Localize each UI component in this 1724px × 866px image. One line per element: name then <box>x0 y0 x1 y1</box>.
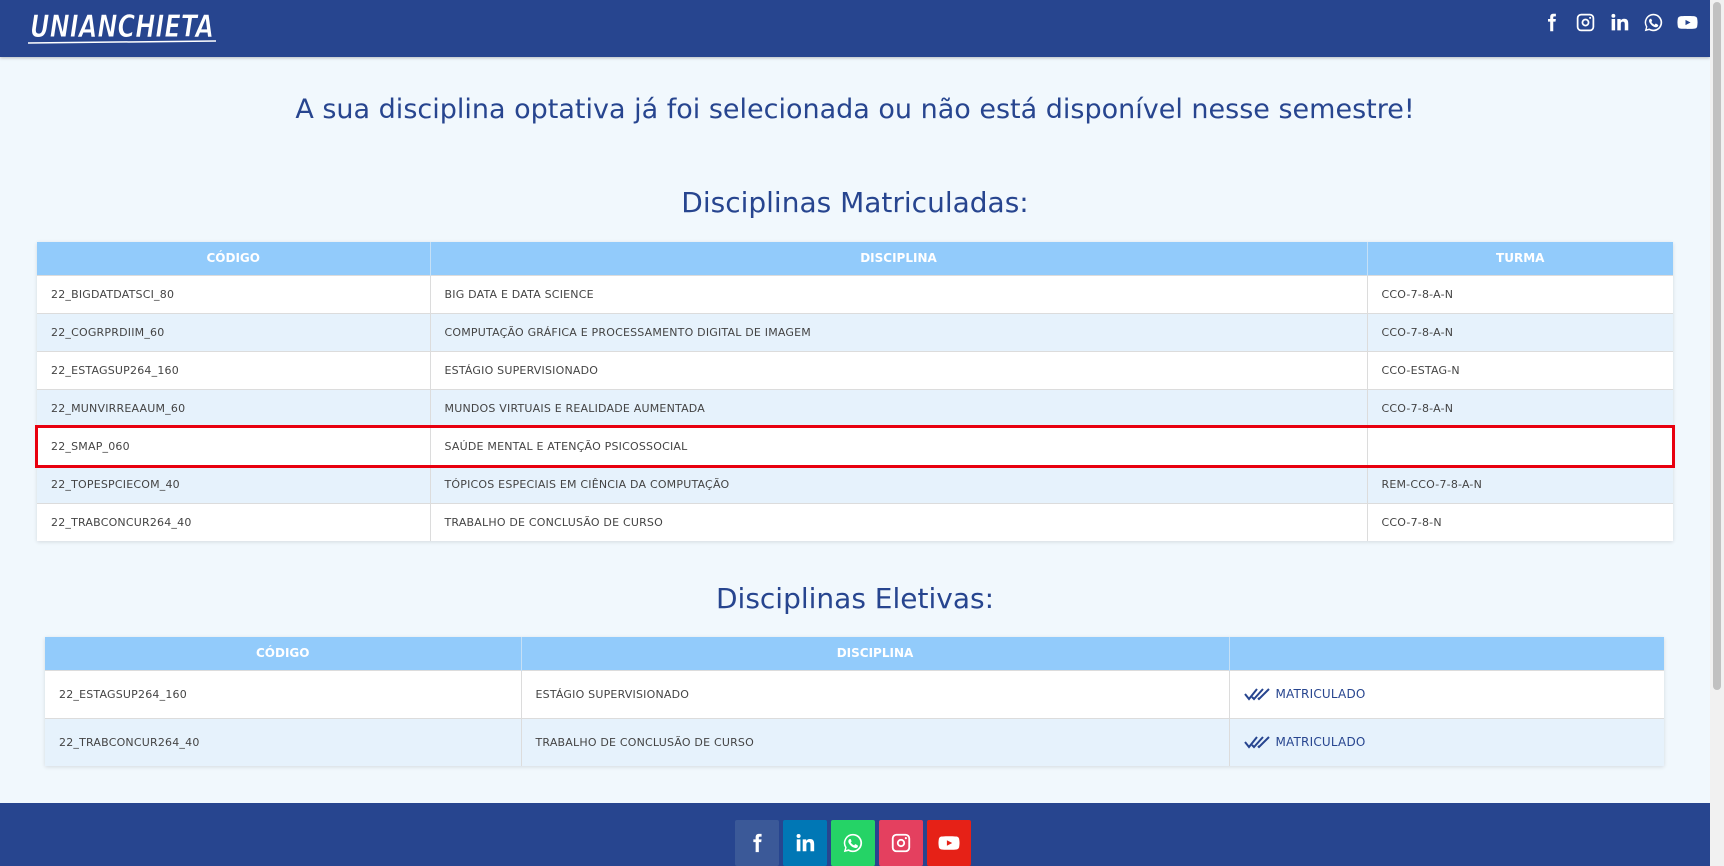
unianchieta-logo[interactable]: UNIANCHIETA <box>26 3 220 47</box>
header-social-links <box>1541 11 1698 33</box>
whatsapp-icon[interactable] <box>1643 12 1664 33</box>
cell-codigo: 22_BIGDATDATSCI_80 <box>37 274 431 313</box>
linkedin-icon[interactable] <box>783 820 827 866</box>
enrolled-status: MATRICULADO <box>1243 735 1665 750</box>
cell-turma <box>1367 426 1673 465</box>
enrolled-status: MATRICULADO <box>1243 687 1665 701</box>
cell-disciplina: COMPUTAÇÃO GRÁFICA E PROCESSAMENTO DIGIT… <box>430 312 1368 351</box>
cell-disciplina: TÓPICOS ESPECIAIS EM CIÊNCIA DA COMPUTAÇ… <box>430 464 1368 503</box>
status-label: MATRICULADO <box>1275 735 1366 750</box>
cell-disciplina: TRABALHO DE CONCLUSÃO DE CURSO <box>430 502 1368 541</box>
cell-codigo: 22_SMAP_060 <box>37 426 431 465</box>
electives-table: CÓDIGO DISCIPLINA 22_ESTAGSUP264_160 EST… <box>45 637 1664 766</box>
double-check-icon <box>1243 736 1270 749</box>
cell-turma: REM-CCO-7-8-A-N <box>1367 464 1673 503</box>
enrolled-title: Disciplinas Matriculadas: <box>681 186 1029 219</box>
table-row: 22_ESTAGSUP264_160 ESTÁGIO SUPERVISIONAD… <box>37 350 1673 389</box>
logo-graphic: UNIANCHIETA <box>27 9 217 46</box>
table-row: 22_ESTAGSUP264_160 ESTÁGIO SUPERVISIONAD… <box>45 669 1665 718</box>
col-disciplina: DISCIPLINA <box>521 637 1230 670</box>
cell-disciplina: SAÚDE MENTAL E ATENÇÃO PSICOSSOCIAL <box>430 426 1368 465</box>
col-turma: TURMA <box>1367 242 1673 275</box>
status-message: A sua disciplina optativa já foi selecio… <box>295 94 1415 125</box>
table-header-row: CÓDIGO DISCIPLINA <box>45 637 1664 670</box>
table-row-highlighted: 22_SMAP_060 SAÚDE MENTAL E ATENÇÃO PSICO… <box>37 426 1673 465</box>
cell-codigo: 22_TRABCONCUR264_40 <box>45 717 522 766</box>
cell-codigo: 22_COGRPRDIIM_60 <box>37 312 431 351</box>
facebook-icon[interactable] <box>735 820 779 866</box>
status-label: MATRICULADO <box>1275 687 1366 701</box>
cell-turma: CCO-7-8-N <box>1367 502 1673 541</box>
table-row: 22_TRABCONCUR264_40 TRABALHO DE CONCLUSÃ… <box>45 717 1665 766</box>
cell-turma: CCO-7-8-A-N <box>1367 312 1673 351</box>
col-codigo: CÓDIGO <box>37 242 431 275</box>
electives-title: Disciplinas Eletivas: <box>715 582 995 615</box>
cell-turma: CCO-7-8-A-N <box>1367 388 1673 427</box>
youtube-icon[interactable] <box>927 820 971 866</box>
facebook-icon[interactable] <box>1541 12 1562 33</box>
cell-disciplina: TRABALHO DE CONCLUSÃO DE CURSO <box>521 717 1230 766</box>
whatsapp-icon[interactable] <box>831 820 875 866</box>
cell-codigo: 22_TOPESPCIECOM_40 <box>37 464 431 503</box>
double-check-icon <box>1243 688 1270 701</box>
instagram-icon[interactable] <box>879 820 923 866</box>
col-disciplina: DISCIPLINA <box>430 242 1368 275</box>
svg-text:UNIANCHIETA: UNIANCHIETA <box>30 9 214 45</box>
cell-disciplina: MUNDOS VIRTUAIS E REALIDADE AUMENTADA <box>430 388 1368 427</box>
instagram-icon[interactable] <box>1575 12 1596 33</box>
cell-status: MATRICULADO <box>1229 669 1665 718</box>
footer <box>0 803 1710 866</box>
scrollbar-thumb[interactable] <box>1713 2 1721 690</box>
table-row: 22_COGRPRDIIM_60 COMPUTAÇÃO GRÁFICA E PR… <box>37 312 1673 351</box>
cell-disciplina: ESTÁGIO SUPERVISIONADO <box>430 350 1368 389</box>
cell-turma: CCO-ESTAG-N <box>1367 350 1673 389</box>
cell-turma: CCO-7-8-A-N <box>1367 274 1673 313</box>
footer-social-links <box>735 820 971 866</box>
table-row: 22_BIGDATDATSCI_80 BIG DATA E DATA SCIEN… <box>37 274 1673 313</box>
cell-codigo: 22_ESTAGSUP264_160 <box>37 350 431 389</box>
table-header-row: CÓDIGO DISCIPLINA TURMA <box>37 242 1673 275</box>
cell-disciplina: ESTÁGIO SUPERVISIONADO <box>521 669 1230 718</box>
cell-disciplina: BIG DATA E DATA SCIENCE <box>430 274 1368 313</box>
top-navbar: UNIANCHIETA <box>0 0 1710 57</box>
cell-codigo: 22_TRABCONCUR264_40 <box>37 502 431 541</box>
youtube-icon[interactable] <box>1677 12 1698 33</box>
cell-codigo: 22_ESTAGSUP264_160 <box>45 669 522 718</box>
enrolled-table: CÓDIGO DISCIPLINA TURMA 22_BIGDATDATSCI_… <box>37 242 1673 541</box>
table-row: 22_TOPESPCIECOM_40 TÓPICOS ESPECIAIS EM … <box>37 464 1673 503</box>
table-row: 22_TRABCONCUR264_40 TRABALHO DE CONCLUSÃ… <box>37 502 1673 541</box>
col-status <box>1229 637 1664 670</box>
table-row: 22_MUNVIRREAAUM_60 MUNDOS VIRTUAIS E REA… <box>37 388 1673 427</box>
col-codigo: CÓDIGO <box>45 637 522 670</box>
page-scrollbar[interactable] <box>1710 0 1724 866</box>
linkedin-icon[interactable] <box>1609 12 1630 33</box>
cell-status: MATRICULADO <box>1229 717 1665 766</box>
cell-codigo: 22_MUNVIRREAAUM_60 <box>37 388 431 427</box>
